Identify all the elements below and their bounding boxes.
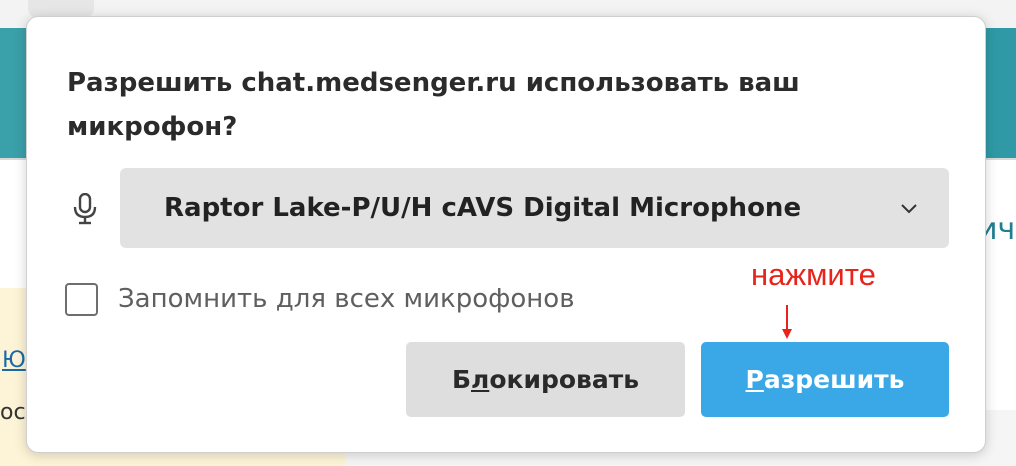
block-button-rest: окировать: [489, 365, 640, 394]
remember-checkbox-label[interactable]: Запомнить для всех микрофонов: [118, 281, 575, 317]
dialog-title: Разрешить chat.medsenger.ru использовать…: [67, 68, 800, 142]
chevron-down-icon: [901, 204, 917, 214]
block-button[interactable]: Блокировать: [406, 342, 685, 417]
page-text-fragment-left: ос: [0, 400, 26, 425]
allow-button[interactable]: Разрешить: [701, 342, 949, 417]
page-link-fragment[interactable]: Ю: [2, 348, 26, 373]
arrow-down-icon: [782, 305, 792, 339]
block-button-accel: л: [471, 365, 490, 394]
microphone-device-select[interactable]: Raptor Lake-P/U/H cAVS Digital Microphon…: [120, 168, 949, 248]
page-header-edge: [986, 28, 1016, 158]
block-button-first: Б: [451, 365, 471, 394]
microphone-icon: [73, 193, 97, 225]
microphone-permission-dialog: Разрешить chat.medsenger.ru использовать…: [26, 16, 986, 453]
allow-button-accel: Р: [745, 365, 764, 394]
selected-device-label: Raptor Lake-P/U/H cAVS Digital Microphon…: [164, 193, 802, 223]
remember-checkbox[interactable]: [65, 283, 98, 316]
allow-button-rest: азрешить: [763, 365, 905, 394]
annotation-hint: нажмите: [751, 257, 876, 292]
